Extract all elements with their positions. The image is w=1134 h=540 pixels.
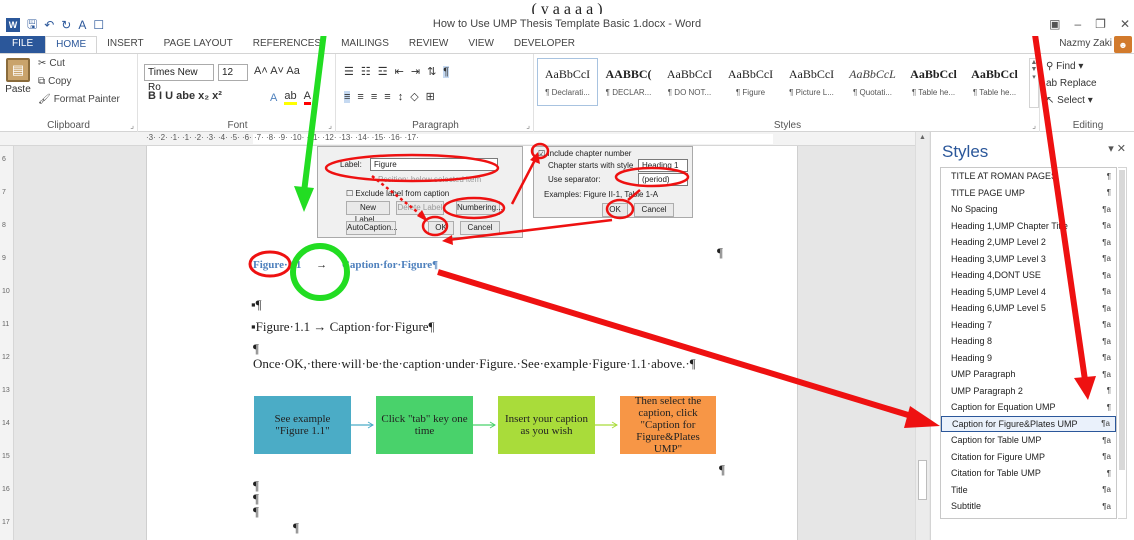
minimize-icon[interactable]: – xyxy=(1074,17,1081,31)
maximize-icon[interactable]: ❐ xyxy=(1095,17,1106,31)
numbering-highlight-oval xyxy=(442,196,506,220)
red-dotted-arrow xyxy=(371,175,426,219)
red-big-arrow-line xyxy=(437,269,919,421)
window-controls: ▣ – ❐ ✕ xyxy=(1049,17,1130,31)
red-dotted-arrow-head xyxy=(417,210,428,222)
red-small-arrow xyxy=(627,189,641,201)
red-arrow-to-ok xyxy=(447,218,613,242)
red-arrow-to-numbering xyxy=(510,157,538,205)
title-bar: W 🖫 ↶ ↻ A ☐ How to Use UMP Thesis Templa… xyxy=(0,14,1134,36)
numbering-ok-highlight-oval xyxy=(605,198,635,220)
window-title: How to Use UMP Thesis Template Basic 1.d… xyxy=(432,18,702,30)
separator-highlight-oval xyxy=(614,166,690,188)
figure-label-highlight-oval xyxy=(248,250,292,278)
label-highlight-oval xyxy=(324,153,500,183)
annotation-overlay xyxy=(248,0,1096,428)
red-arrow-line xyxy=(1027,0,1088,381)
green-arrow-head xyxy=(294,186,314,212)
undo-icon[interactable]: ↶ xyxy=(44,18,54,32)
red-arrow-to-ok-head xyxy=(442,235,453,245)
tab-highlight-circle xyxy=(290,243,350,301)
red-arrow-head xyxy=(1074,376,1096,400)
touch-icon[interactable]: ☐ xyxy=(93,18,104,32)
redo-icon[interactable]: ↻ xyxy=(61,18,71,32)
font-icon[interactable]: A xyxy=(78,18,86,32)
red-big-arrow-head xyxy=(904,406,940,428)
quick-access-toolbar: W 🖫 ↶ ↻ A ☐ xyxy=(0,15,104,36)
close-icon[interactable]: ✕ xyxy=(1120,17,1130,31)
ribbon-display-icon[interactable]: ▣ xyxy=(1049,17,1060,31)
word-logo-icon: W xyxy=(6,18,20,32)
save-icon[interactable]: 🖫 xyxy=(27,15,37,36)
